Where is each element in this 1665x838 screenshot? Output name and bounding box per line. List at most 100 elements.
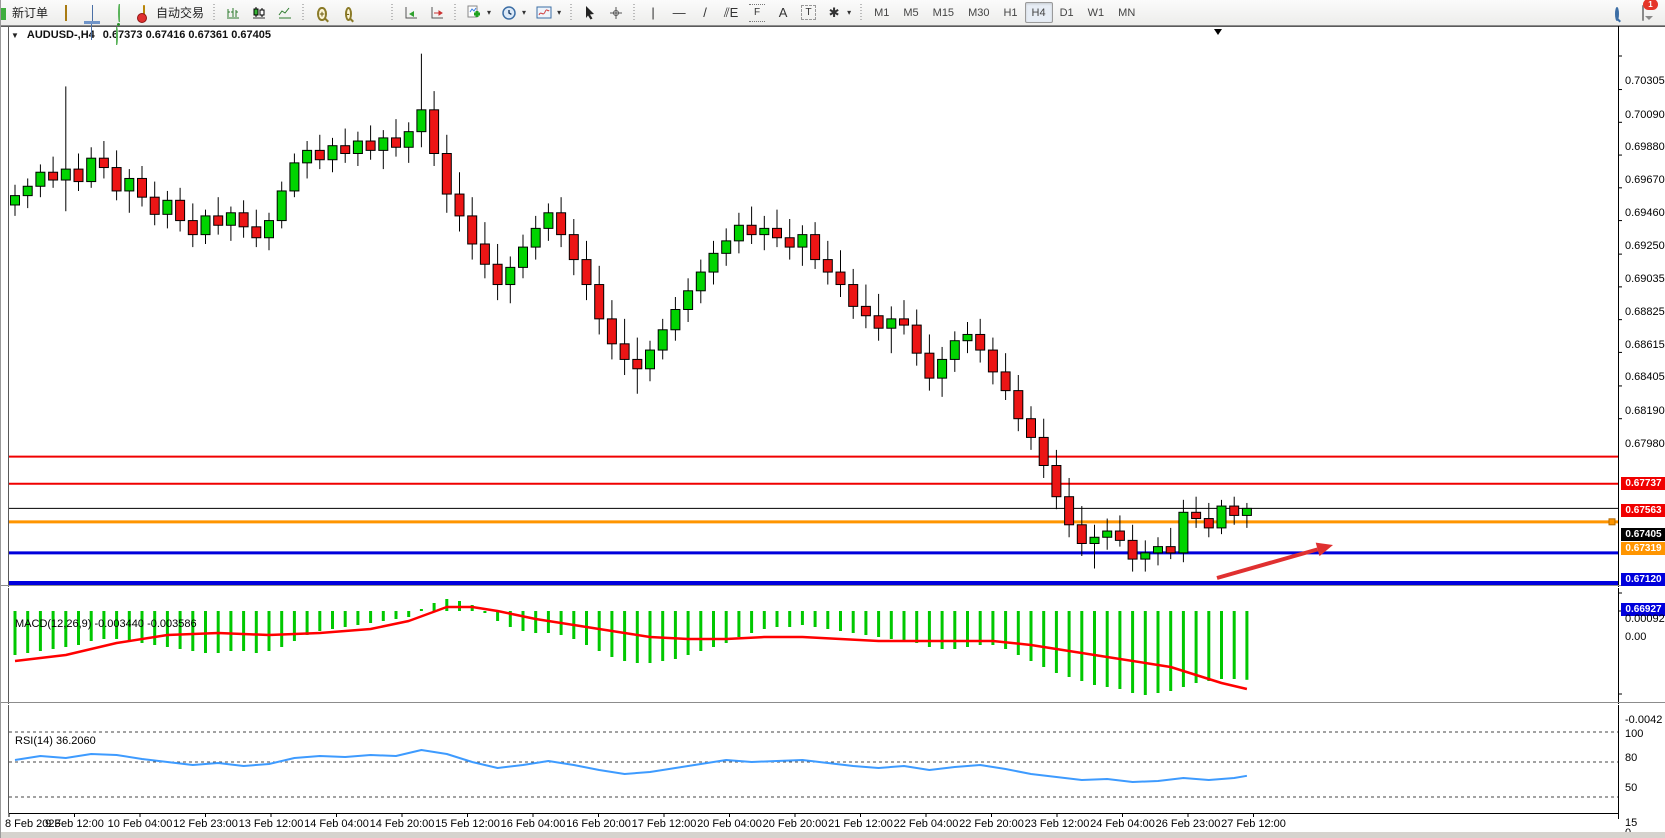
chart-area[interactable]: ▼ AUDUSD-,H4 0.67373 0.67416 0.67361 0.6… (1, 26, 1665, 838)
tile-windows-button[interactable] (362, 2, 386, 23)
signals-button[interactable] (106, 2, 130, 23)
macd-bar (623, 611, 626, 661)
candle-body (696, 272, 705, 291)
line-chart-icon (277, 5, 293, 21)
candle-body (582, 260, 591, 285)
search-icon[interactable] (1609, 5, 1625, 21)
price-axis-label: 0.69670 (1625, 174, 1665, 186)
macd-bar (344, 611, 347, 627)
crosshair-button[interactable] (604, 2, 628, 23)
macd-bar (369, 611, 372, 623)
macd-bar (674, 611, 677, 659)
cursor-button[interactable] (578, 2, 602, 23)
chart-ohlc-values: 0.67373 0.67416 0.67361 0.67405 (103, 29, 271, 41)
chart-shift-button[interactable] (425, 2, 449, 23)
label-tool-button[interactable]: T (797, 2, 820, 23)
macd-signal-line (15, 607, 1247, 689)
candle-body (493, 264, 502, 284)
timeframe-button-m5[interactable]: M5 (896, 2, 925, 23)
macd-bar (610, 611, 613, 657)
candle-body (519, 247, 528, 267)
macd-bar (242, 611, 245, 651)
autotrading-button[interactable]: 自动交易 (132, 2, 208, 23)
toolbar-grip (568, 4, 575, 22)
candle-body (417, 110, 426, 132)
timeframe-button-h1[interactable]: H1 (996, 2, 1024, 23)
shapes-button[interactable]: ✱▾ (822, 2, 855, 23)
price-axis-label: 0.69035 (1625, 273, 1665, 285)
macd-bar (534, 611, 537, 633)
price-axis-label: 0.69250 (1625, 240, 1665, 252)
price-chart-canvas[interactable] (1, 26, 1665, 838)
channel-tool-button[interactable]: ⫽E (719, 2, 743, 23)
candlestick-chart-button[interactable] (247, 2, 271, 23)
candle-body (760, 228, 769, 234)
time-axis-label: 15 Feb 12:00 (435, 818, 500, 830)
timeframe-button-h4[interactable]: H4 (1025, 2, 1053, 23)
candle-body (442, 154, 451, 195)
templates-button[interactable]: ▾ (532, 2, 565, 23)
new-order-button[interactable]: 新订单 (8, 2, 52, 23)
timeframe-button-m15[interactable]: M15 (926, 2, 961, 23)
chat-icon[interactable]: 1 (1635, 5, 1651, 21)
macd-histogram (14, 599, 1249, 695)
candle-body (836, 272, 845, 284)
new-chart-icon (58, 5, 74, 21)
zoom-out-button[interactable]: - (336, 2, 360, 23)
toolbar-grip (300, 4, 307, 22)
macd-bar (776, 611, 779, 627)
time-axis-label: 26 Feb 23:00 (1156, 818, 1221, 830)
zoom-in-button[interactable]: + (310, 2, 334, 23)
candle-body (709, 253, 718, 272)
line-chart-button[interactable] (273, 2, 297, 23)
time-axis-label: 17 Feb 12:00 (632, 818, 697, 830)
timeframe-button-d1[interactable]: D1 (1053, 2, 1081, 23)
horizontal-line-tool-button[interactable]: — (667, 2, 691, 23)
candle-body (544, 213, 553, 229)
macd-bar (280, 611, 283, 647)
timeframe-button-m1[interactable]: M1 (867, 2, 896, 23)
candle-body (379, 138, 388, 150)
timeframe-button-mn[interactable]: MN (1111, 2, 1142, 23)
zoom-in-icon: + (314, 5, 330, 21)
indicators-button[interactable]: ▾ (462, 2, 495, 23)
timeframe-bar: M1M5M15M30H1H4D1W1MN (867, 2, 1142, 23)
time-axis-label: 16 Feb 20:00 (566, 818, 631, 830)
macd-bar (306, 611, 309, 635)
price-tag-0.67319: 0.67319 (1621, 542, 1665, 555)
price-tag-0.67737: 0.67737 (1621, 477, 1665, 490)
main-toolbar: 新订单 自动交易 + - ▾ ▾ ▾ | — / ⫽E F A T ✱ (1, 0, 1665, 26)
candlesticks (11, 54, 1252, 572)
chart-dropdown-icon[interactable]: ▼ (11, 31, 19, 40)
bar-chart-button[interactable] (221, 2, 245, 23)
shapes-icon: ✱ (826, 5, 842, 21)
timeframe-button-m30[interactable]: M30 (961, 2, 996, 23)
macd-bar (356, 611, 359, 625)
time-axis-label: 9 Feb 12:00 (45, 818, 104, 830)
macd-bar (903, 611, 906, 641)
timeframe-button-w1[interactable]: W1 (1081, 2, 1112, 23)
periods-button[interactable]: ▾ (497, 2, 530, 23)
candle-body (11, 196, 20, 205)
candle-body (176, 200, 185, 220)
new-chart-button[interactable] (54, 2, 78, 23)
trend-arrow-annotation (1217, 543, 1333, 578)
candle-body (1077, 525, 1086, 544)
text-tool-button[interactable]: A (771, 2, 795, 23)
trendline-tool-button[interactable]: / (693, 2, 717, 23)
profiles-button[interactable] (80, 2, 104, 23)
candle-body (811, 235, 820, 260)
candle-body (976, 334, 985, 350)
macd-bar (52, 611, 55, 649)
price-axis-label: 0.70090 (1625, 109, 1665, 121)
auto-scroll-button[interactable] (399, 2, 423, 23)
time-axis-label: 20 Feb 04:00 (697, 818, 762, 830)
fibonacci-tool-button[interactable]: F (745, 2, 769, 23)
vertical-line-tool-button[interactable]: | (641, 2, 665, 23)
notification-badge: 1 (1643, 0, 1658, 10)
signals-icon (110, 5, 126, 21)
macd-bar (814, 611, 817, 627)
candle-body (49, 172, 58, 180)
zoom-out-icon: - (340, 5, 356, 21)
time-axis-label: 13 Feb 12:00 (239, 818, 304, 830)
